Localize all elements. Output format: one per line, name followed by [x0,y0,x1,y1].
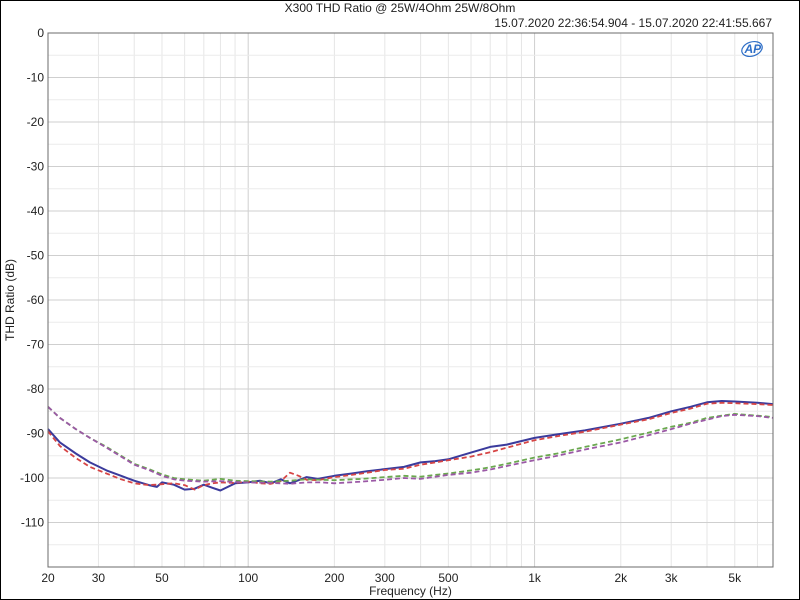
y-tick-label: -80 [27,382,45,396]
y-tick-label: -100 [20,471,44,485]
x-tick-label: 30 [92,571,106,585]
x-tick-label: 300 [375,571,395,585]
series-line-3 [47,406,774,483]
y-tick-label: -20 [27,115,45,129]
x-tick-label: 5k [728,571,742,585]
x-tick-label: 2k [614,571,628,585]
series-line-4 [47,406,774,485]
y-tick-label: -60 [27,293,45,307]
y-tick-label: -40 [27,204,45,218]
x-axis-label: Frequency (Hz) [369,584,452,598]
x-tick-label: 500 [438,571,458,585]
y-tick-label: -50 [27,249,45,263]
y-tick-label: -30 [27,160,45,174]
x-tick-label: 20 [41,571,55,585]
x-tick-label: 50 [155,571,169,585]
y-tick-label: -90 [27,427,45,441]
ap-logo: AP [741,40,763,58]
series-layer [47,400,774,492]
y-axis-label: THD Ratio (dB) [3,259,17,341]
tick-labels: 0 -10 -20 -30 -40 -50 -60 -70 -80 -90 -100 -110 20 30… [20,26,742,585]
chart: 0 -10 -20 -30 -40 -50 -60 -70 -80 -90 -100 -110 20 30… [3,26,774,598]
y-tick-label: -110 [21,516,44,530]
y-tick-label: -70 [27,338,45,352]
y-tick-label: -10 [27,71,45,85]
x-tick-label: 3k [665,571,679,585]
x-tick-label: 200 [324,571,344,585]
series-line-2 [47,401,774,491]
ap-logo-text: AP [744,42,763,56]
series-line-1 [47,400,774,492]
x-tick-label: 100 [238,571,258,585]
x-tick-label: 1k [528,571,542,585]
y-tick-label: 0 [37,26,44,40]
